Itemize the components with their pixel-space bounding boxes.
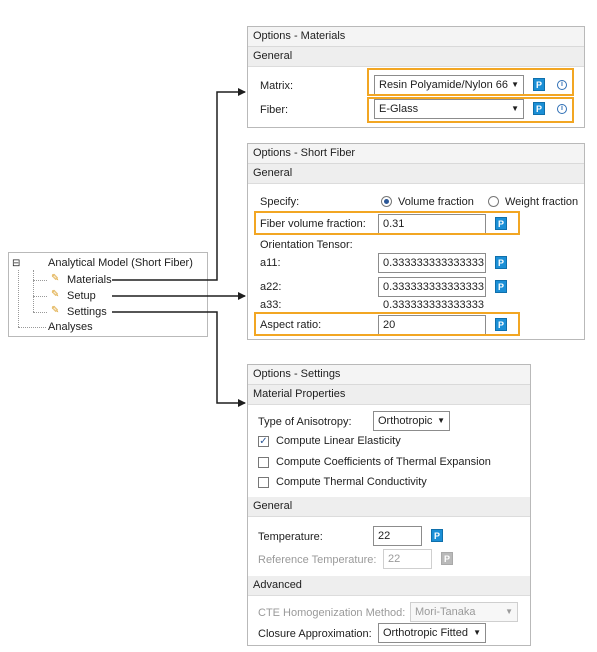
chevron-down-icon: ▼ [505,607,513,616]
section-header: Material Properties [248,385,530,405]
volume-fraction-radio[interactable] [381,196,392,207]
thermal-expansion-label[interactable]: Compute Coefficients of Thermal Expansio… [276,455,491,469]
cte-method-label: CTE Homogenization Method: [258,607,406,619]
linear-elasticity-checkbox[interactable]: ✓ [258,436,269,447]
weight-fraction-label[interactable]: Weight fraction [505,195,578,209]
section-header: General [248,47,584,67]
short-fiber-panel: Options - Short Fiber General Specify: V… [247,143,585,340]
fiber-label: Fiber: [260,104,289,116]
a11-label: a11: [260,257,281,269]
a33-value: 0.333333333333333 [383,299,484,311]
panel-title: Options - Materials [248,27,584,47]
weight-fraction-radio[interactable] [488,196,499,207]
closure-approximation-select[interactable]: Orthotropic Fitted ▼ [378,623,486,643]
a11-input[interactable]: 0.333333333333333 [378,253,486,273]
arrow-to-materials [112,88,246,281]
temperature-label: Temperature: [258,531,323,543]
reference-temperature-label: Reference Temperature: [258,554,377,566]
section-header: Advanced [248,576,530,596]
matrix-label: Matrix: [260,80,293,92]
section-header: General [248,164,584,184]
chevron-down-icon: ▼ [437,416,445,425]
arrow-to-settings [112,311,246,407]
highlight-box [367,97,574,123]
volume-fraction-label[interactable]: Volume fraction [398,195,474,209]
thermal-expansion-checkbox[interactable] [258,457,269,468]
chevron-down-icon: ▼ [473,628,481,637]
materials-panel: Options - Materials General Matrix: Resi… [247,26,585,128]
a33-label: a33: [260,299,282,311]
panel-title: Options - Short Fiber [248,144,584,164]
settings-panel: Options - Settings Material Properties T… [247,364,531,646]
parameter-button[interactable]: P [431,529,443,542]
closure-approximation-label: Closure Approximation: [258,628,372,640]
panel-title: Options - Settings [248,365,530,385]
reference-temperature-input: 22 [383,549,432,569]
parameter-button: P [441,552,453,565]
temperature-input[interactable]: 22 [373,526,422,546]
parameter-button[interactable]: P [495,280,507,293]
highlight-box [367,68,574,96]
a22-input[interactable]: 0.333333333333333 [378,277,486,297]
anisotropy-label: Type of Anisotropy: [258,416,352,428]
highlight-box [254,211,520,235]
thermal-conductivity-label[interactable]: Compute Thermal Conductivity [276,475,427,489]
parameter-button[interactable]: P [495,256,507,269]
section-header: General [248,497,530,517]
orientation-tensor-label: Orientation Tensor: [260,239,353,251]
cte-method-select: Mori-Tanaka ▼ [410,602,518,622]
anisotropy-select[interactable]: Orthotropic ▼ [373,411,450,431]
specify-label: Specify: [260,196,300,208]
highlight-box [254,312,520,336]
thermal-conductivity-checkbox[interactable] [258,477,269,488]
a22-label: a22: [260,281,282,293]
linear-elasticity-label[interactable]: Compute Linear Elasticity [276,434,401,448]
